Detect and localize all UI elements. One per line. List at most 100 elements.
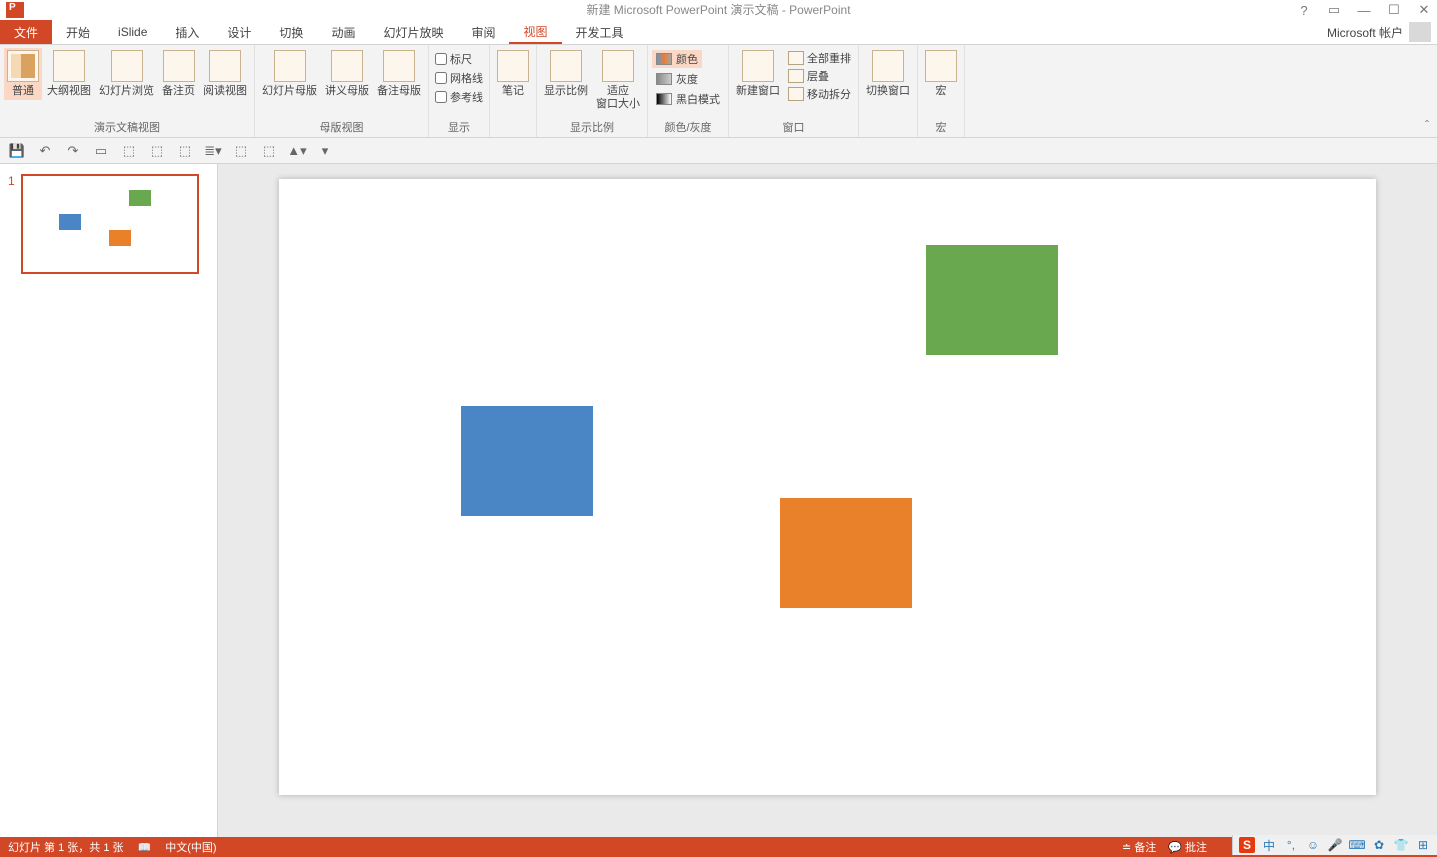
reading-view-icon (209, 50, 241, 82)
undo-icon[interactable]: ↶ (36, 142, 54, 160)
move-split-button[interactable]: 移动拆分 (785, 86, 854, 102)
ribbon-display-icon[interactable]: ▭ (1325, 2, 1343, 18)
view-outline-label: 大纲视图 (47, 85, 91, 98)
language-indicator[interactable]: 中文(中国) (165, 839, 216, 855)
tab-animation[interactable]: 动画 (317, 20, 369, 44)
slide-thumbnail[interactable] (21, 174, 199, 274)
tab-review[interactable]: 审阅 (457, 20, 509, 44)
slide[interactable] (279, 179, 1376, 795)
view-reading-button[interactable]: 阅读视图 (200, 48, 250, 100)
qat-icon-4[interactable]: ▭ (92, 142, 110, 160)
comments-toggle[interactable]: 💬 批注 (1168, 839, 1207, 855)
notes-toggle[interactable]: ≐ 备注 (1122, 839, 1156, 855)
arrange-all-label: 全部重排 (807, 50, 851, 66)
ribbon: 普通 大纲视图 幻灯片浏览 备注页 阅读视图 演示文稿视图 幻灯片母版 讲义母版… (0, 45, 1437, 138)
sorter-view-icon (111, 50, 143, 82)
redo-icon[interactable]: ↷ (64, 142, 82, 160)
group-label (494, 121, 532, 135)
ime-toolbox-icon[interactable]: ⊞ (1415, 837, 1431, 853)
qat-icon-5[interactable]: ⬚ (120, 142, 138, 160)
tab-view[interactable]: 视图 (509, 20, 561, 44)
cascade-button[interactable]: 层叠 (785, 68, 854, 84)
macros-button[interactable]: 宏 (922, 48, 960, 100)
group-label: 宏 (922, 117, 960, 135)
view-sorter-button[interactable]: 幻灯片浏览 (96, 48, 157, 100)
slide-canvas-area[interactable] (218, 164, 1437, 837)
slide-master-button[interactable]: 幻灯片母版 (259, 48, 320, 100)
powerpoint-app-icon (6, 2, 24, 18)
qat-icon-7[interactable]: ⬚ (176, 142, 194, 160)
bw-mode-button[interactable]: 黑白模式 (652, 90, 724, 108)
tab-transition[interactable]: 切换 (265, 20, 317, 44)
ime-mic-icon[interactable]: 🎤 (1327, 837, 1343, 853)
collapse-ribbon-icon[interactable]: ˆ (1425, 118, 1429, 132)
group-notes: 笔记 (490, 45, 537, 137)
maximize-icon[interactable]: ☐ (1385, 2, 1403, 18)
guides-checkbox[interactable]: 参考线 (433, 88, 485, 106)
color-mode-button[interactable]: 颜色 (652, 50, 702, 68)
qat-icon-8[interactable]: ≣▾ (204, 142, 222, 160)
save-icon[interactable]: 💾 (8, 142, 26, 160)
ime-chinese-icon[interactable]: 中 (1261, 837, 1277, 853)
fit-label-2: 窗口大小 (596, 98, 640, 111)
notes-button[interactable]: 笔记 (494, 48, 532, 100)
ime-keyboard-icon[interactable]: ⌨ (1349, 837, 1365, 853)
ime-smiley-icon[interactable]: ☺ (1305, 837, 1321, 853)
arrange-all-button[interactable]: 全部重排 (785, 50, 854, 66)
ime-skin-icon[interactable]: 👕 (1393, 837, 1409, 853)
thumbnail-number: 1 (8, 174, 15, 274)
qat-customize-icon[interactable]: ▾ (316, 142, 334, 160)
group-window: 新建窗口 全部重排 层叠 移动拆分 窗口 (729, 45, 859, 137)
qat-icon-9[interactable]: ⬚ (232, 142, 250, 160)
tab-home[interactable]: 开始 (52, 20, 104, 44)
new-window-label: 新建窗口 (736, 85, 780, 98)
account-label: Microsoft 帐户 (1327, 24, 1403, 41)
fit-window-icon (602, 50, 634, 82)
shape-blue-rectangle[interactable] (461, 406, 593, 516)
ruler-checkbox[interactable]: 标尺 (433, 50, 474, 68)
spell-check-icon[interactable]: 📖 (138, 841, 152, 854)
guides-check-input[interactable] (435, 91, 447, 103)
ime-sogou-icon[interactable]: S (1239, 837, 1255, 853)
close-icon[interactable]: ✕ (1415, 2, 1433, 18)
cascade-label: 层叠 (807, 68, 829, 84)
account-area[interactable]: Microsoft 帐户 (1327, 22, 1431, 42)
gridlines-check-input[interactable] (435, 72, 447, 84)
minimize-icon[interactable]: — (1355, 3, 1373, 18)
tab-file[interactable]: 文件 (0, 20, 52, 44)
window-controls: ? ▭ — ☐ ✕ (1295, 2, 1433, 18)
switch-window-label: 切换窗口 (866, 85, 910, 98)
gridlines-checkbox[interactable]: 网格线 (433, 69, 485, 87)
notes-master-button[interactable]: 备注母版 (374, 48, 424, 100)
qat-icon-6[interactable]: ⬚ (148, 142, 166, 160)
tab-insert[interactable]: 插入 (161, 20, 213, 44)
view-outline-button[interactable]: 大纲视图 (44, 48, 94, 100)
ime-settings-icon[interactable]: ✿ (1371, 837, 1387, 853)
new-window-button[interactable]: 新建窗口 (733, 48, 783, 100)
help-icon[interactable]: ? (1295, 3, 1313, 18)
outline-view-icon (53, 50, 85, 82)
tab-islide[interactable]: iSlide (104, 20, 161, 44)
view-normal-button[interactable]: 普通 (4, 48, 42, 100)
slide-thumbnail-panel[interactable]: 1 (0, 164, 218, 837)
handout-master-button[interactable]: 讲义母版 (322, 48, 372, 100)
group-zoom: 显示比例 适应窗口大小 显示比例 (537, 45, 648, 137)
thumbnail-item[interactable]: 1 (8, 174, 209, 274)
ime-punct-icon[interactable]: °, (1283, 837, 1299, 853)
tab-slideshow[interactable]: 幻灯片放映 (369, 20, 457, 44)
tab-developer[interactable]: 开发工具 (562, 20, 638, 44)
shape-green-rectangle[interactable] (926, 245, 1058, 355)
fit-window-button[interactable]: 适应窗口大小 (593, 48, 643, 113)
tab-design[interactable]: 设计 (213, 20, 265, 44)
grayscale-mode-button[interactable]: 灰度 (652, 70, 702, 88)
slide-counter[interactable]: 幻灯片 第 1 张，共 1 张 (8, 839, 124, 855)
ribbon-tabs: 文件 开始 iSlide 插入 设计 切换 动画 幻灯片放映 审阅 视图 开发工… (0, 20, 1437, 45)
qat-icon-10[interactable]: ⬚ (260, 142, 278, 160)
shape-orange-rectangle[interactable] (780, 498, 912, 608)
color-mode-label: 颜色 (676, 51, 698, 67)
view-notespage-button[interactable]: 备注页 (159, 48, 198, 100)
zoom-button[interactable]: 显示比例 (541, 48, 591, 100)
ruler-check-input[interactable] (435, 53, 447, 65)
switch-window-button[interactable]: 切换窗口 (863, 48, 913, 100)
qat-icon-11[interactable]: ▲▾ (288, 142, 306, 160)
